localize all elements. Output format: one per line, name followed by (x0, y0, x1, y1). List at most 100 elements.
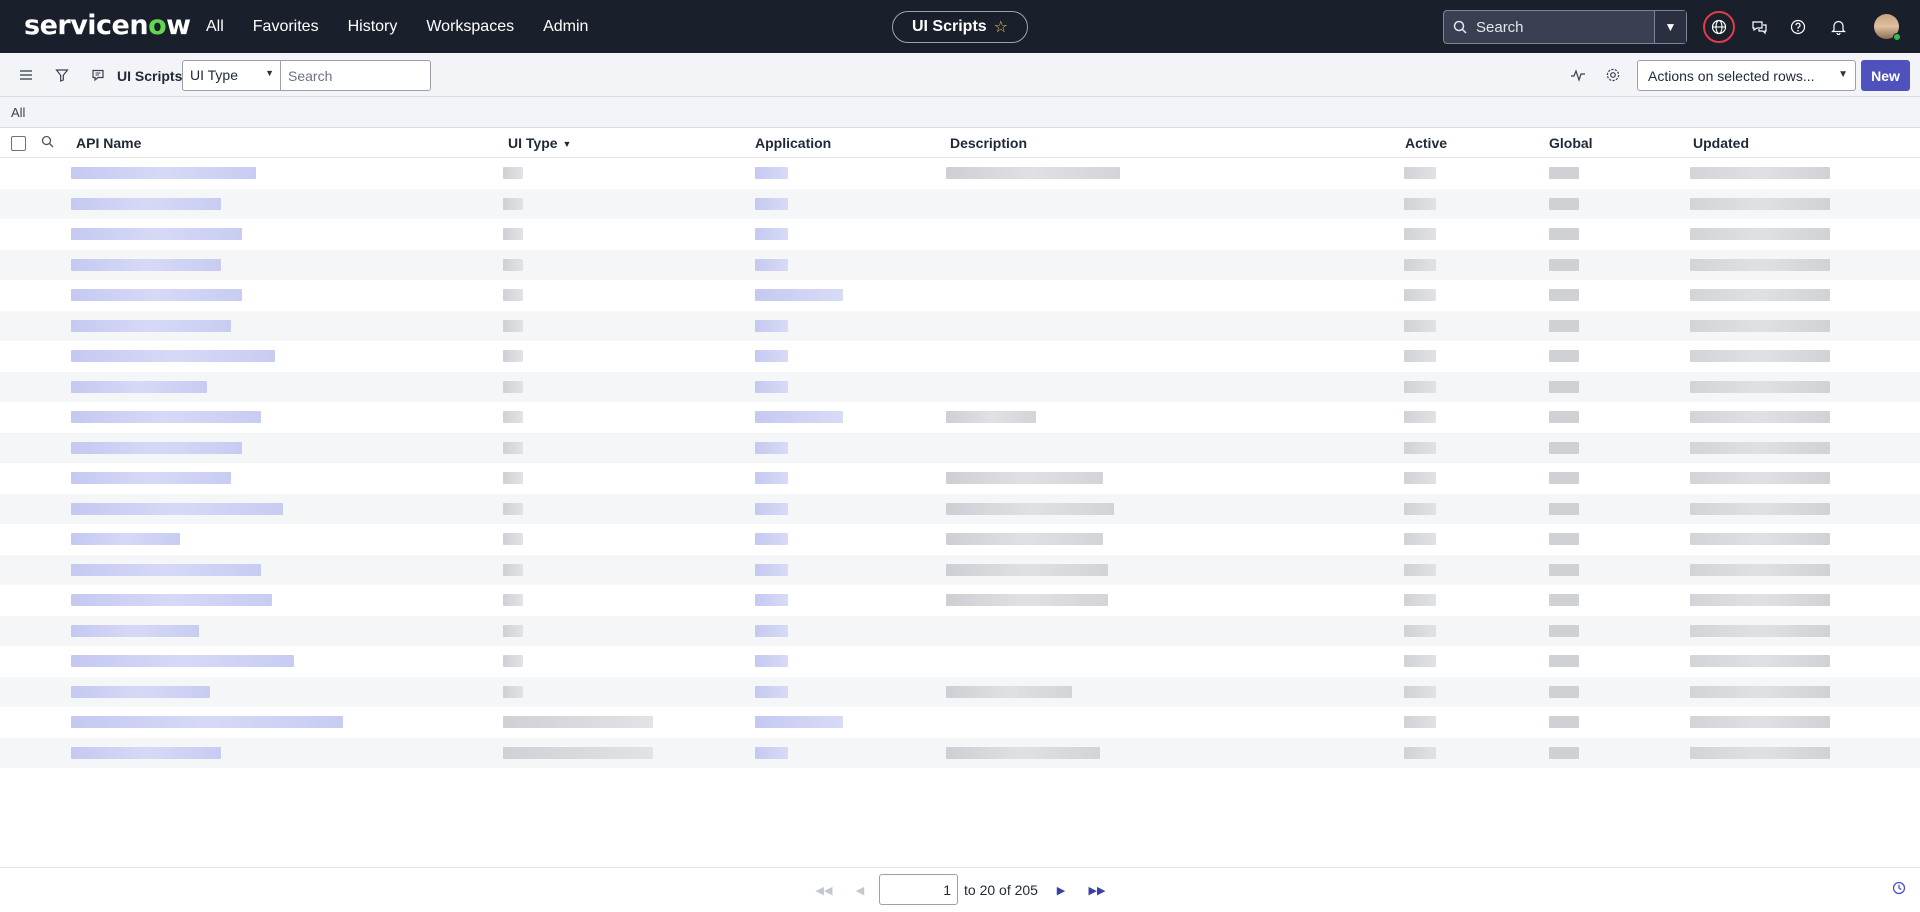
table-row[interactable] (0, 493, 1920, 524)
column-header-api-name[interactable]: API Name (76, 135, 141, 151)
table-row[interactable] (0, 188, 1920, 219)
global-search-input[interactable]: Search (1476, 19, 1654, 36)
api-name-cell[interactable] (71, 319, 231, 332)
nav-link-favorites[interactable]: Favorites (253, 18, 319, 36)
nav-link-workspaces[interactable]: Workspaces (426, 18, 514, 36)
nav-link-history[interactable]: History (348, 18, 398, 36)
api-name-cell[interactable] (71, 502, 283, 515)
user-avatar[interactable] (1874, 14, 1901, 41)
application-cell[interactable] (755, 441, 788, 454)
application-cell[interactable] (755, 685, 788, 698)
hamburger-icon[interactable] (16, 65, 36, 85)
search-field-select[interactable]: UI Type ▼ (182, 60, 281, 91)
chat-icon[interactable] (1743, 11, 1775, 43)
clock-icon[interactable] (1892, 881, 1906, 900)
api-name-cell[interactable] (71, 655, 294, 667)
application-cell[interactable] (755, 746, 788, 759)
table-row[interactable] (0, 615, 1920, 646)
table-row[interactable] (0, 341, 1920, 372)
column-header-application[interactable]: Application (755, 135, 831, 151)
new-button[interactable]: New (1861, 60, 1910, 91)
api-name-cell[interactable] (71, 716, 343, 728)
column-header-global[interactable]: Global (1549, 135, 1593, 151)
search-scope-dropdown[interactable]: ▼ (1654, 11, 1686, 43)
api-name-cell[interactable] (71, 197, 221, 210)
application-cell[interactable] (755, 289, 843, 301)
filter-icon[interactable] (52, 65, 72, 85)
globe-icon[interactable] (1703, 11, 1735, 43)
application-cell[interactable] (755, 197, 788, 210)
api-name-cell[interactable] (71, 563, 261, 576)
column-search-icon[interactable] (41, 135, 54, 153)
global-search[interactable]: Search ▼ (1443, 10, 1687, 44)
api-name-cell[interactable] (71, 380, 207, 393)
table-row[interactable] (0, 463, 1920, 494)
previous-page-icon[interactable]: ◀ (849, 880, 871, 900)
application-cell[interactable] (755, 411, 843, 423)
table-row[interactable] (0, 646, 1920, 677)
column-header-active[interactable]: Active (1405, 135, 1447, 151)
api-name-cell[interactable] (71, 472, 231, 484)
api-name-cell[interactable] (71, 289, 242, 301)
table-row[interactable] (0, 524, 1920, 555)
api-name-cell[interactable] (71, 167, 256, 179)
favorite-star-icon[interactable]: ☆ (994, 17, 1008, 37)
table-row[interactable] (0, 158, 1920, 189)
api-name-cell[interactable] (71, 685, 210, 698)
table-row[interactable] (0, 402, 1920, 433)
table-row[interactable] (0, 554, 1920, 585)
bell-icon[interactable] (1822, 11, 1854, 43)
select-all-checkbox[interactable] (11, 136, 26, 151)
servicenow-logo[interactable]: servicenow (24, 10, 191, 41)
list-search-input[interactable]: Search (281, 60, 431, 91)
page-number-input[interactable]: 1 (879, 874, 958, 905)
comment-icon[interactable] (88, 65, 108, 85)
table-row[interactable] (0, 676, 1920, 707)
table-row[interactable] (0, 432, 1920, 463)
api-name-cell[interactable] (71, 350, 275, 362)
table-row[interactable] (0, 585, 1920, 616)
column-header-updated[interactable]: Updated (1693, 135, 1749, 151)
application-cell[interactable] (755, 624, 788, 637)
table-row[interactable] (0, 249, 1920, 280)
actions-on-selected-rows-select[interactable]: Actions on selected rows... ▼ (1637, 60, 1856, 91)
api-name-cell[interactable] (71, 594, 272, 606)
nav-link-admin[interactable]: Admin (543, 18, 588, 36)
api-name-cell[interactable] (71, 228, 242, 240)
api-name-cell[interactable] (71, 746, 221, 759)
application-cell[interactable] (755, 228, 788, 240)
breadcrumb-all[interactable]: All (11, 105, 25, 120)
column-header-ui-type[interactable]: UI Type ▼ (508, 135, 571, 151)
last-page-icon[interactable]: ▶▶ (1086, 880, 1108, 900)
table-row[interactable] (0, 280, 1920, 311)
application-cell[interactable] (755, 350, 788, 362)
api-name-cell[interactable] (71, 441, 242, 454)
table-row[interactable] (0, 737, 1920, 768)
nav-link-all[interactable]: All (206, 18, 224, 36)
activity-icon[interactable] (1568, 65, 1588, 85)
next-page-icon[interactable]: ▶ (1050, 880, 1072, 900)
help-icon[interactable] (1782, 11, 1814, 43)
table-row[interactable] (0, 219, 1920, 250)
application-cell[interactable] (755, 472, 788, 484)
application-cell[interactable] (755, 167, 788, 179)
application-cell[interactable] (755, 319, 788, 332)
first-page-icon[interactable]: ◀◀ (813, 880, 835, 900)
application-cell[interactable] (755, 502, 788, 515)
application-cell[interactable] (755, 594, 788, 606)
application-cell[interactable] (755, 533, 788, 545)
api-name-cell[interactable] (71, 624, 199, 637)
table-row[interactable] (0, 371, 1920, 402)
column-header-description[interactable]: Description (950, 135, 1027, 151)
api-name-cell[interactable] (71, 533, 180, 545)
application-cell[interactable] (755, 716, 843, 728)
table-row[interactable] (0, 707, 1920, 738)
api-name-cell[interactable] (71, 258, 221, 271)
api-name-cell[interactable] (71, 411, 261, 423)
application-cell[interactable] (755, 655, 788, 667)
gear-icon[interactable] (1603, 65, 1623, 85)
application-cell[interactable] (755, 563, 788, 576)
page-title-pill[interactable]: UI Scripts ☆ (892, 11, 1028, 43)
application-cell[interactable] (755, 380, 788, 393)
table-row[interactable] (0, 310, 1920, 341)
